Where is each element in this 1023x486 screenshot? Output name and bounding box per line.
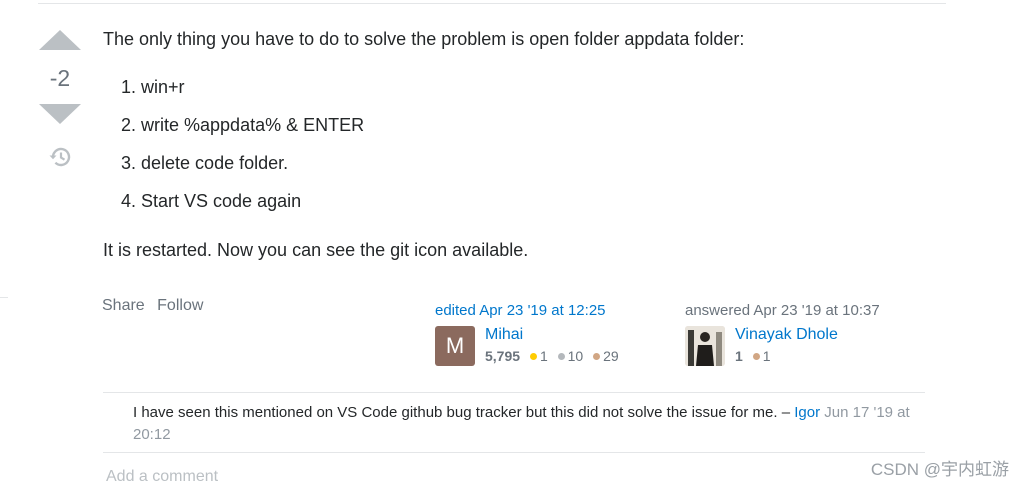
- answered-time: answered Apr 23 '19 at 10:37: [685, 302, 880, 319]
- side-divider: [0, 297, 8, 298]
- arrow-up-icon[interactable]: [39, 30, 81, 50]
- top-divider: [38, 3, 946, 4]
- post-menu: Share Follow: [102, 297, 211, 315]
- steps-list: 1. win+r 2. write %appdata% & ENTER 3. d…: [121, 74, 364, 226]
- vote-count: -2: [49, 65, 71, 91]
- reputation: 5,795: [485, 348, 521, 364]
- comment-divider: [103, 452, 925, 453]
- gold-count: 1: [539, 348, 548, 364]
- answer-outro: It is restarted. Now you can see the git…: [103, 240, 529, 260]
- editor-stats: 5,795 1 10 29: [485, 348, 623, 364]
- comment-item: I have seen this mentioned on VS Code gi…: [103, 393, 925, 452]
- follow-link[interactable]: Follow: [157, 297, 203, 314]
- user-photo-icon: [685, 326, 725, 366]
- answer-intro: The only thing you have to do to solve t…: [103, 29, 745, 49]
- arrow-down-icon[interactable]: [39, 104, 81, 124]
- bronze-badge-icon: [593, 353, 601, 361]
- avatar[interactable]: M: [435, 326, 475, 366]
- vote-cell: -2: [36, 30, 84, 175]
- reputation: 1: [735, 348, 743, 364]
- share-link[interactable]: Share: [102, 297, 145, 314]
- editor-signature: edited Apr 23 '19 at 12:25 M Mihai 5,795…: [435, 302, 619, 366]
- comment-text: I have seen this mentioned on VS Code gi…: [133, 404, 795, 421]
- silver-badge-icon: [557, 353, 565, 361]
- comments-list: I have seen this mentioned on VS Code gi…: [103, 392, 925, 453]
- silver-count: 10: [567, 348, 584, 364]
- edited-link[interactable]: edited Apr 23 '19 at 12:25: [435, 302, 606, 319]
- gold-badge-icon: [529, 353, 537, 361]
- watermark: CSDN @宇内虹游: [870, 460, 1009, 479]
- history-icon[interactable]: [47, 144, 73, 170]
- step-item: 1. win+r: [121, 77, 185, 97]
- step-item: 4. Start VS code again: [121, 191, 302, 211]
- bronze-count: 29: [603, 348, 619, 364]
- comment-author-link[interactable]: Igor: [794, 404, 820, 421]
- step-item: 3. delete code folder.: [121, 153, 289, 173]
- bronze-badge-icon: [752, 353, 760, 361]
- add-comment-link[interactable]: Add a comment: [106, 468, 218, 486]
- step-item: 2. write %appdata% & ENTER: [121, 115, 365, 135]
- bronze-count: 1: [762, 348, 771, 364]
- avatar[interactable]: [685, 326, 725, 366]
- editor-name[interactable]: Mihai: [485, 326, 523, 344]
- author-stats: 1 1: [735, 348, 774, 364]
- author-signature: answered Apr 23 '19 at 10:37 Vinayak Dho…: [685, 302, 880, 366]
- author-name[interactable]: Vinayak Dhole: [735, 326, 838, 344]
